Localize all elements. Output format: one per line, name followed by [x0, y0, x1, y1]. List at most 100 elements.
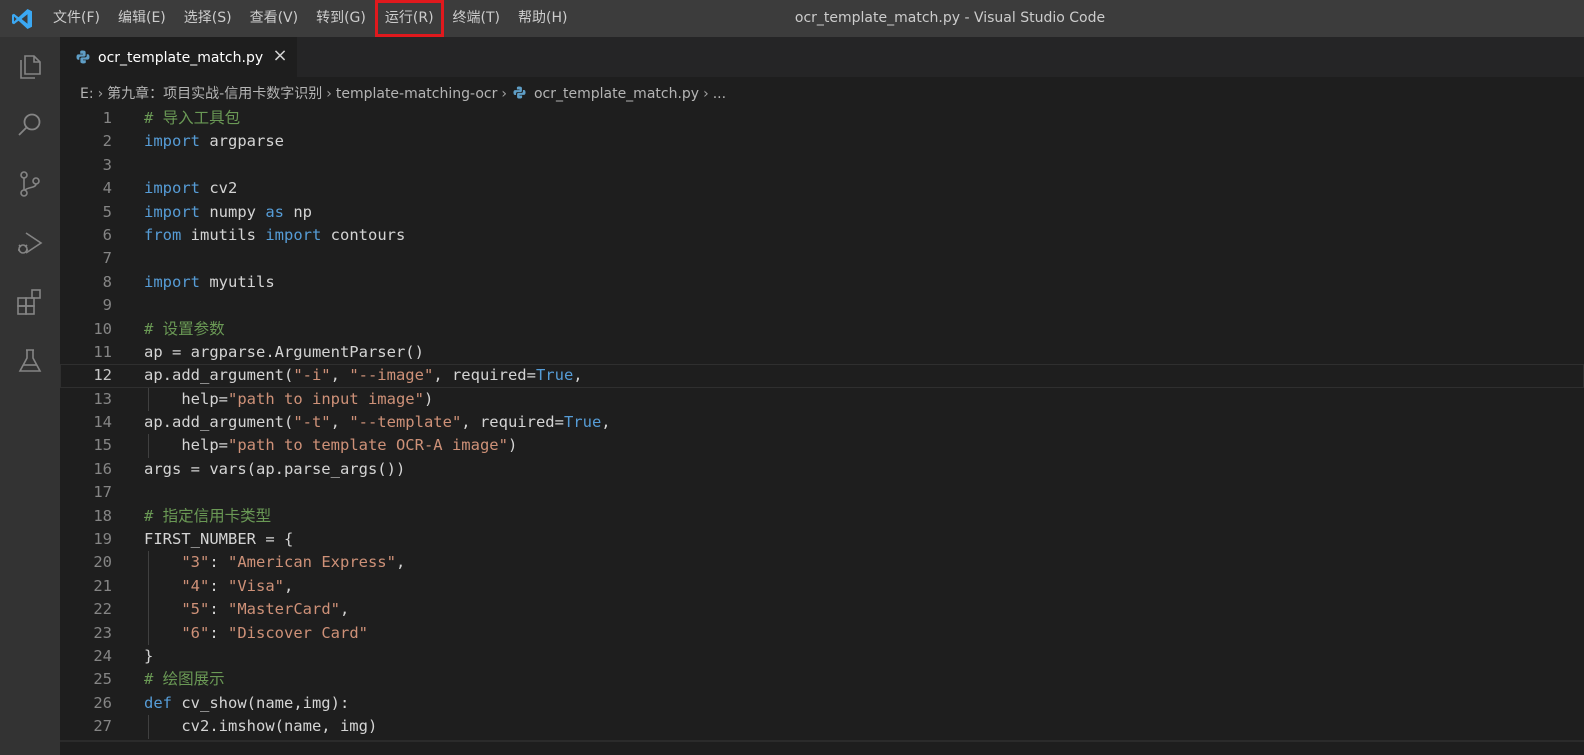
code-line[interactable]: 22 "5": "MasterCard", — [60, 598, 1584, 622]
search-icon[interactable] — [14, 109, 46, 141]
breadcrumb-folder-project[interactable]: template-matching-ocr — [336, 86, 498, 102]
code-token: "--image" — [349, 366, 434, 385]
line-number: 4 — [102, 179, 112, 198]
breadcrumb-symbol[interactable]: ... — [713, 86, 726, 102]
code-line[interactable]: 8 import myutils — [60, 271, 1584, 294]
code-token: , required= — [461, 413, 564, 432]
vscode-logo-icon[interactable] — [10, 7, 34, 31]
code-line[interactable]: 12 ap.add_argument("-i", "--image", requi… — [60, 364, 1584, 388]
code-line[interactable]: 20 "3": "American Express", — [60, 551, 1584, 575]
line-number: 2 — [102, 132, 112, 151]
code-line[interactable]: 24} — [60, 645, 1584, 668]
horizontal-scrollbar[interactable] — [60, 740, 1584, 755]
menu-item-6[interactable]: 终端(T) — [444, 0, 509, 37]
code-token: imutils — [181, 225, 266, 244]
line-number: 27 — [93, 717, 112, 736]
line-number: 11 — [93, 342, 112, 361]
code-text: # 设置参数 — [144, 318, 225, 341]
code-line[interactable]: 6 from imutils import contours — [60, 224, 1584, 247]
line-number: 3 — [102, 155, 112, 174]
code-token: FIRST_NUMBER = { — [144, 530, 294, 549]
code-line[interactable]: 1 # 导入工具包 — [60, 107, 1584, 130]
code-token: from — [144, 225, 182, 244]
code-line[interactable]: 11 ap = argparse.ArgumentParser() — [60, 341, 1584, 364]
code-line[interactable]: 10 # 设置参数 — [60, 318, 1584, 341]
code-text: ap = argparse.ArgumentParser() — [144, 341, 424, 364]
code-token: # 绘图展示 — [144, 670, 225, 689]
menu-item-5[interactable]: 运行(R) — [374, 0, 444, 37]
close-icon[interactable]: × — [271, 47, 289, 65]
code-text: help="path to input image") — [144, 388, 433, 411]
code-text: import myutils — [144, 271, 275, 294]
code-line[interactable]: 4 import cv2 — [60, 177, 1584, 200]
code-token: cv2.imshow(name, img) — [144, 717, 378, 736]
code-line[interactable]: 26 def cv_show(name,img): — [60, 692, 1584, 715]
code-line[interactable]: 18 # 指定信用卡类型 — [60, 505, 1584, 528]
extensions-icon[interactable] — [14, 286, 46, 318]
code-line[interactable]: 23 "6": "Discover Card" — [60, 621, 1584, 645]
code-line[interactable]: 3 — [60, 154, 1584, 177]
tab-ocr-template-match[interactable]: ocr_template_match.py × — [60, 37, 297, 77]
testing-icon[interactable] — [14, 345, 46, 377]
code-text: def cv_show(name,img): — [144, 692, 349, 715]
code-line[interactable]: 19 FIRST_NUMBER = { — [60, 528, 1584, 551]
line-number: 10 — [93, 319, 112, 338]
tab-label: ocr_template_match.py — [98, 50, 264, 66]
code-token: ) — [423, 389, 434, 408]
code-line[interactable]: 2 import argparse — [60, 130, 1584, 153]
breadcrumb-folder-chapter[interactable]: 第九章：项目实战-信用卡数字识别 — [107, 86, 322, 102]
code-text: import argparse — [144, 130, 284, 153]
code-line[interactable]: 5 import numpy as np — [60, 201, 1584, 224]
code-text: "5": "MasterCard", — [144, 598, 349, 621]
menu-item-4[interactable]: 转到(G) — [307, 0, 375, 37]
run-debug-icon[interactable] — [14, 227, 46, 259]
code-line[interactable]: 16 args = vars(ap.parse_args()) — [60, 458, 1584, 481]
code-line[interactable]: 27 cv2.imshow(name, img) — [60, 715, 1584, 739]
code-text: ap.add_argument("-t", "--template", requ… — [144, 411, 611, 434]
menu-item-0[interactable]: 文件(F) — [44, 0, 109, 37]
code-line[interactable]: 14 ap.add_argument("-t", "--template", re… — [60, 411, 1584, 434]
line-number: 23 — [93, 623, 112, 642]
chevron-right-icon: › — [326, 86, 332, 102]
menu-item-2[interactable]: 选择(S) — [175, 0, 241, 37]
menu-bar: 文件(F) 编辑(E) 选择(S) 查看(V) 转到(G) 运行(R) 终端(T) 帮助(H) — [44, 0, 576, 37]
code-token: "Discover Card" — [228, 623, 368, 642]
line-number: 8 — [102, 272, 112, 291]
breadcrumb: E: › 第九章：项目实战-信用卡数字识别 › template-matching-oc… — [60, 77, 1584, 111]
breadcrumb-drive[interactable]: E: — [80, 86, 94, 102]
code-token: ap.add_argument( — [144, 413, 294, 432]
code-line[interactable]: 17 — [60, 481, 1584, 504]
code-token: ap.add_argument( — [144, 366, 294, 385]
explorer-icon[interactable] — [14, 50, 46, 82]
code-token: "--template" — [349, 413, 462, 432]
code-line[interactable]: 7 — [60, 247, 1584, 270]
code-token: numpy — [200, 202, 266, 221]
code-text: cv2.imshow(name, img) — [144, 715, 377, 738]
code-token: ) — [507, 436, 518, 455]
code-token: "3" — [181, 553, 210, 572]
code-editor[interactable]: 1 # 导入工具包 2 import argparse 3 4 import cv2 5 imp… — [60, 107, 1584, 747]
code-text: ap.add_argument("-i", "--image", require… — [144, 364, 583, 387]
code-line[interactable]: 21 "4": "Visa", — [60, 574, 1584, 599]
code-line[interactable]: 9 — [60, 294, 1584, 317]
menu-item-7[interactable]: 帮助(H) — [509, 0, 576, 37]
code-token: # 指定信用卡类型 — [144, 506, 272, 525]
menu-item-1[interactable]: 编辑(E) — [109, 0, 175, 37]
source-control-icon[interactable] — [14, 168, 46, 200]
code-line[interactable]: 13 help="path to input image") — [60, 387, 1584, 412]
menu-item-3[interactable]: 查看(V) — [241, 0, 308, 37]
line-number: 9 — [102, 296, 112, 315]
code-line[interactable]: 25 # 绘图展示 — [60, 668, 1584, 691]
line-number: 17 — [93, 483, 112, 502]
breadcrumb-file[interactable]: ocr_template_match.py — [534, 86, 699, 102]
line-number: 16 — [93, 459, 112, 478]
code-token: True — [535, 366, 574, 385]
code-line[interactable]: 15 help="path to template OCR-A image") — [60, 434, 1584, 458]
python-icon — [76, 50, 90, 64]
code-token: "-i" — [293, 366, 331, 385]
code-text: help="path to template OCR-A image") — [144, 434, 517, 457]
code-text: "6": "Discover Card" — [144, 622, 368, 645]
code-token: args = vars(ap.parse_args()) — [144, 459, 406, 478]
line-number: 24 — [93, 646, 112, 665]
